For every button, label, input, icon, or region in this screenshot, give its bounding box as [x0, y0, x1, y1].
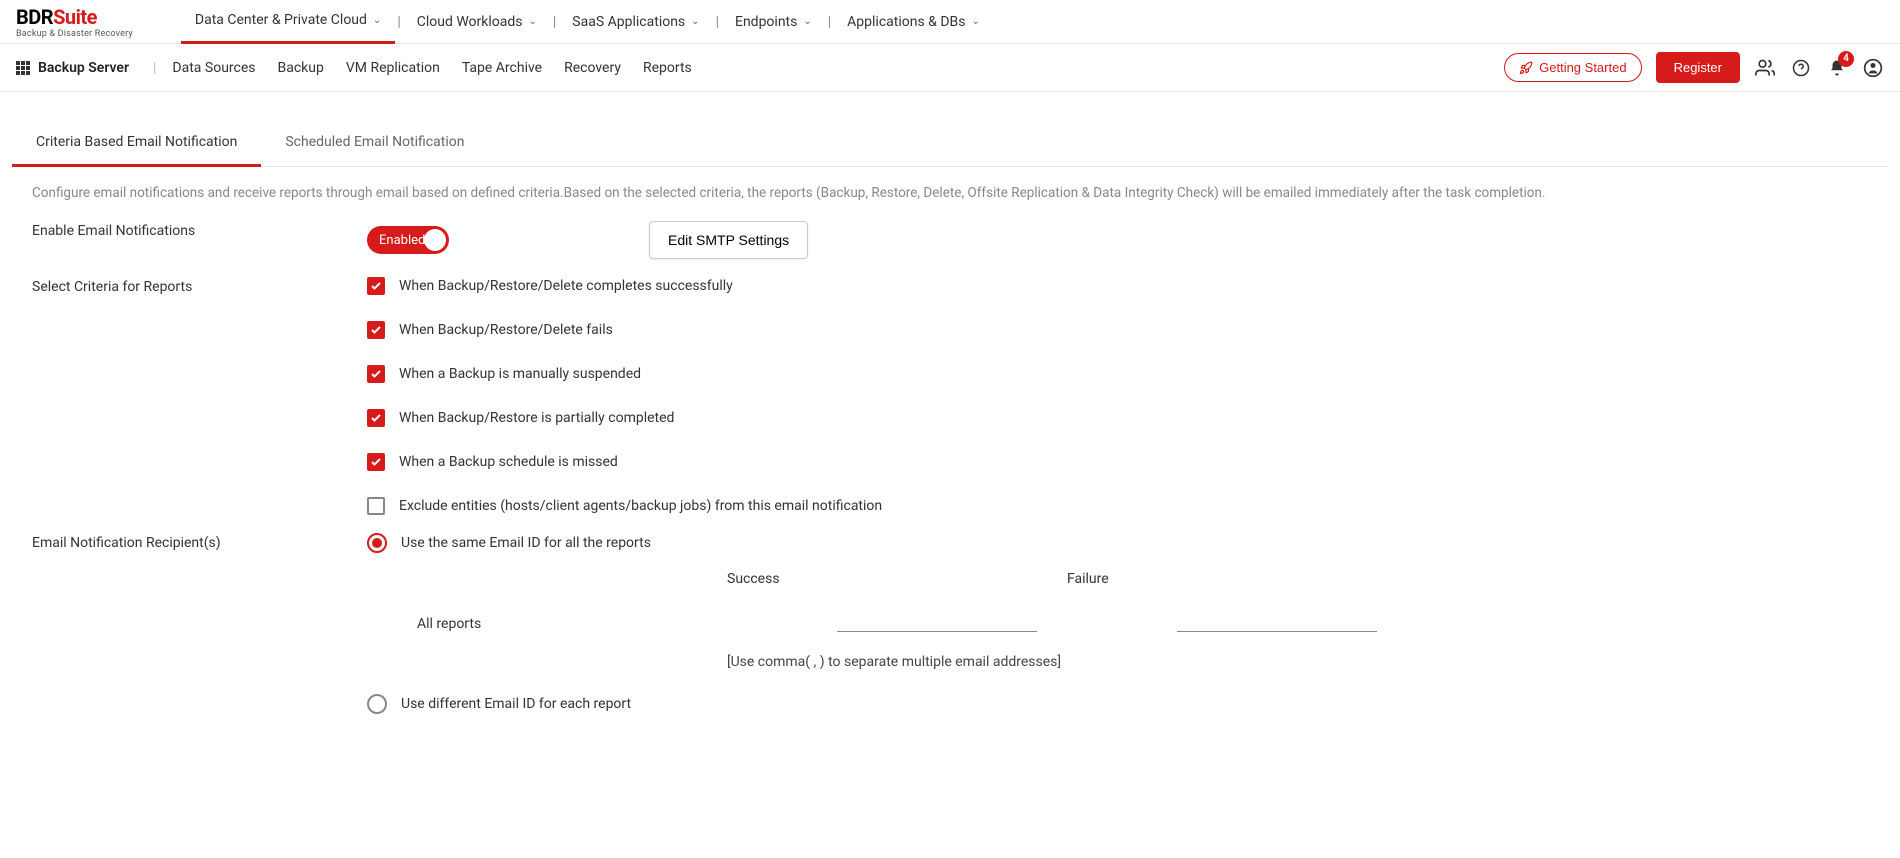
second-menu-item[interactable]: Data Sources: [172, 60, 255, 76]
chevron-down-icon: ⌄: [373, 15, 381, 26]
menu-separator: |: [395, 14, 402, 30]
register-button[interactable]: Register: [1656, 52, 1740, 83]
criteria-label-text: When Backup/Restore/Delete fails: [399, 322, 613, 338]
menu-separator: |: [551, 14, 558, 30]
criteria-label-text: When Backup/Restore is partially complet…: [399, 410, 674, 426]
success-email-input[interactable]: [837, 607, 1037, 632]
second-menu-item[interactable]: Recovery: [564, 60, 621, 76]
edit-smtp-button[interactable]: Edit SMTP Settings: [649, 221, 808, 259]
recipient-radio[interactable]: [367, 533, 387, 553]
menu-separator: |: [826, 14, 833, 30]
recipient-radio-label: Use the same Email ID for all the report…: [401, 535, 651, 551]
toggle-knob: [424, 229, 446, 251]
criteria-label-text: Exclude entities (hosts/client agents/ba…: [399, 498, 882, 514]
notifications-button[interactable]: 4: [1826, 57, 1848, 79]
second-menu-item[interactable]: Tape Archive: [462, 60, 542, 76]
tab[interactable]: Criteria Based Email Notification: [12, 120, 261, 167]
criteria-checkbox[interactable]: [367, 321, 385, 339]
logo-text-bdr: BDR: [16, 5, 53, 29]
recipient-option: Use the same Email ID for all the report…: [367, 533, 1878, 553]
users-icon[interactable]: [1754, 57, 1776, 79]
logo-subtext: Backup & Disaster Recovery: [16, 29, 133, 39]
criteria-label-text: When Backup/Restore/Delete completes suc…: [399, 278, 733, 294]
menu-separator: |: [714, 14, 721, 30]
getting-started-button[interactable]: Getting Started: [1504, 53, 1641, 82]
criteria-item: Exclude entities (hosts/client agents/ba…: [367, 497, 1878, 515]
failure-email-input[interactable]: [1177, 607, 1377, 632]
enable-toggle[interactable]: Enabled: [367, 226, 449, 254]
page-description: Configure email notifications and receiv…: [12, 167, 1888, 211]
criteria-label: Select Criteria for Reports: [22, 277, 367, 295]
enable-label: Enable Email Notifications: [22, 221, 367, 239]
top-menu-label: Cloud Workloads: [417, 14, 523, 30]
top-menu-label: Data Center & Private Cloud: [195, 12, 367, 28]
chevron-down-icon: ⌄: [528, 16, 536, 27]
page-tabs: Criteria Based Email NotificationSchedul…: [12, 120, 1888, 167]
second-menu-item[interactable]: VM Replication: [346, 60, 440, 76]
top-menu-label: Applications & DBs: [847, 14, 965, 30]
second-menu-item[interactable]: Reports: [643, 60, 692, 76]
toggle-state-label: Enabled: [379, 233, 425, 248]
account-icon[interactable]: [1862, 57, 1884, 79]
top-menu-label: SaaS Applications: [572, 14, 685, 30]
notifications-badge: 4: [1838, 51, 1854, 67]
logo-text-suite: Suite: [53, 5, 97, 29]
criteria-checkbox[interactable]: [367, 409, 385, 427]
tab[interactable]: Scheduled Email Notification: [261, 120, 488, 166]
rocket-icon: [1519, 61, 1533, 75]
criteria-item: When a Backup is manually suspended: [367, 365, 1878, 383]
top-menu-item[interactable]: Data Center & Private Cloud ⌄: [181, 0, 395, 44]
criteria-checkbox[interactable]: [367, 453, 385, 471]
criteria-item: When a Backup schedule is missed: [367, 453, 1878, 471]
getting-started-label: Getting Started: [1539, 60, 1626, 75]
criteria-label-text: When a Backup is manually suspended: [399, 366, 641, 382]
recipient-radio-label: Use different Email ID for each report: [401, 696, 631, 712]
top-menu-item[interactable]: Cloud Workloads ⌄: [403, 0, 551, 44]
top-menu: Data Center & Private Cloud⌄|Cloud Workl…: [181, 0, 994, 44]
nav-separator: |: [145, 60, 164, 76]
backup-server-selector[interactable]: Backup Server: [16, 60, 145, 76]
email-grid: Success Failure All reports [Use comma( , )…: [397, 571, 1878, 670]
top-menu-item[interactable]: Endpoints ⌄: [721, 0, 826, 44]
second-menu-item[interactable]: Backup: [278, 60, 324, 76]
top-menu-item[interactable]: SaaS Applications ⌄: [558, 0, 713, 44]
criteria-item: When Backup/Restore/Delete completes suc…: [367, 277, 1878, 295]
chevron-down-icon: ⌄: [803, 16, 811, 27]
criteria-checkbox[interactable]: [367, 365, 385, 383]
all-reports-label: All reports: [397, 616, 697, 632]
success-header: Success: [727, 571, 927, 587]
recipient-option: Use different Email ID for each report: [367, 694, 1878, 714]
criteria-checkbox[interactable]: [367, 277, 385, 295]
recipients-label: Email Notification Recipient(s): [22, 533, 367, 551]
criteria-checkbox[interactable]: [367, 497, 385, 515]
second-menu: Data Sources Backup VM Replication Tape Arc…: [172, 60, 691, 76]
chevron-down-icon: ⌄: [972, 16, 980, 27]
criteria-item: When Backup/Restore/Delete fails: [367, 321, 1878, 339]
criteria-label-text: When a Backup schedule is missed: [399, 454, 618, 470]
logo[interactable]: BDRSuite Backup & Disaster Recovery: [16, 5, 133, 39]
chevron-down-icon: ⌄: [691, 16, 699, 27]
backup-server-label: Backup Server: [38, 60, 129, 76]
top-menu-label: Endpoints: [735, 14, 797, 30]
recipient-radio[interactable]: [367, 694, 387, 714]
top-menu-item[interactable]: Applications & DBs ⌄: [833, 0, 994, 44]
email-hint: [Use comma( , ) to separate multiple ema…: [727, 654, 1878, 670]
help-icon[interactable]: [1790, 57, 1812, 79]
grid-icon: [16, 61, 30, 75]
criteria-item: When Backup/Restore is partially complet…: [367, 409, 1878, 427]
failure-header: Failure: [1067, 571, 1267, 587]
